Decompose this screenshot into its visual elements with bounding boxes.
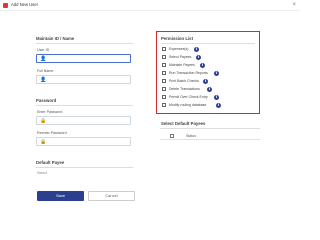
permission-label: Delete Transactions xyxy=(169,87,200,91)
permission-list-panel: Permission List Expenses(s) i Select Pay… xyxy=(156,31,260,114)
payees-table-header: Status xyxy=(160,132,260,140)
close-icon[interactable]: × xyxy=(292,1,296,9)
select-default-payees-divider xyxy=(160,128,260,129)
permission-list-divider xyxy=(161,43,255,44)
permission-item[interactable]: Maintain Payees i xyxy=(162,62,232,68)
permission-checkbox[interactable] xyxy=(162,47,166,51)
permission-label: Print Batch Checks xyxy=(169,79,199,83)
info-icon[interactable]: i xyxy=(214,70,219,76)
permission-item[interactable]: Permit Over Check Entry i xyxy=(162,94,232,100)
permission-label: Select Payees xyxy=(169,55,192,59)
enter-password-field[interactable]: 🔒 xyxy=(36,116,131,125)
full-name-label: Full Name xyxy=(37,69,54,73)
info-icon[interactable]: i xyxy=(216,102,221,108)
permission-checkbox[interactable] xyxy=(162,95,166,99)
select-all-checkbox[interactable] xyxy=(170,134,174,138)
permission-checkbox[interactable] xyxy=(162,87,166,91)
info-icon[interactable]: i xyxy=(214,94,219,100)
full-name-field[interactable]: 👤 xyxy=(36,75,131,84)
permission-label: Expenses(s) xyxy=(169,47,189,51)
reenter-password-field[interactable]: 🔒 xyxy=(36,137,131,146)
permission-item[interactable]: Run Transaction Reports i xyxy=(162,70,232,76)
select-default-payees-title: Select Default Payees xyxy=(161,121,206,126)
default-payee-divider xyxy=(36,167,133,168)
permission-checkbox[interactable] xyxy=(162,103,166,107)
maintain-divider xyxy=(36,43,133,44)
permission-checkbox[interactable] xyxy=(162,63,166,67)
info-icon[interactable]: i xyxy=(194,46,199,52)
permission-label: Permit Over Check Entry xyxy=(169,95,208,99)
window-title: Add New User xyxy=(11,2,38,7)
cancel-button[interactable]: Cancel xyxy=(88,191,135,201)
lock-icon: 🔒 xyxy=(40,118,47,124)
default-payee-select[interactable]: Select xyxy=(37,171,47,175)
reenter-password-label: Reenter Password xyxy=(37,131,67,135)
permission-label: Maintain Payees xyxy=(169,63,195,67)
info-icon[interactable]: i xyxy=(200,62,205,68)
title-bar: Add New User × xyxy=(0,0,300,11)
permission-item[interactable]: Expenses(s) i xyxy=(162,46,232,52)
info-icon[interactable]: i xyxy=(196,54,201,60)
permission-item[interactable]: Modify routing database i xyxy=(162,102,232,108)
default-payee-section-title: Default Payee xyxy=(36,160,65,165)
permission-label: Run Transaction Reports xyxy=(169,71,208,75)
status-column-header[interactable]: Status xyxy=(186,133,196,139)
permission-item[interactable]: Delete Transactions i xyxy=(162,86,232,92)
maintain-section-title: Maintain ID / Name xyxy=(36,36,75,41)
enter-password-label: Enter Password xyxy=(37,110,63,114)
password-section-title: Password xyxy=(36,98,57,103)
app-logo-icon xyxy=(3,3,8,8)
user-id-field[interactable]: 👤 xyxy=(36,54,131,63)
permission-checkbox[interactable] xyxy=(162,55,166,59)
permission-item[interactable]: Print Batch Checks i xyxy=(162,78,232,84)
lock-icon: 🔒 xyxy=(40,139,47,145)
user-id-label: User ID xyxy=(37,48,50,52)
save-button[interactable]: Save xyxy=(37,191,84,201)
permission-list-title: Permission List xyxy=(161,36,193,41)
permission-label: Modify routing database xyxy=(169,103,207,107)
user-icon: 👤 xyxy=(40,77,47,83)
permission-checkbox[interactable] xyxy=(162,71,166,75)
permission-item[interactable]: Select Payees i xyxy=(162,54,232,60)
info-icon[interactable]: i xyxy=(203,78,208,84)
add-new-user-window: Add New User × Maintain ID / Name User I… xyxy=(0,0,300,212)
info-icon[interactable]: i xyxy=(207,86,212,92)
password-divider xyxy=(36,105,133,106)
user-icon: 👤 xyxy=(40,56,47,62)
permission-checkbox[interactable] xyxy=(162,79,166,83)
